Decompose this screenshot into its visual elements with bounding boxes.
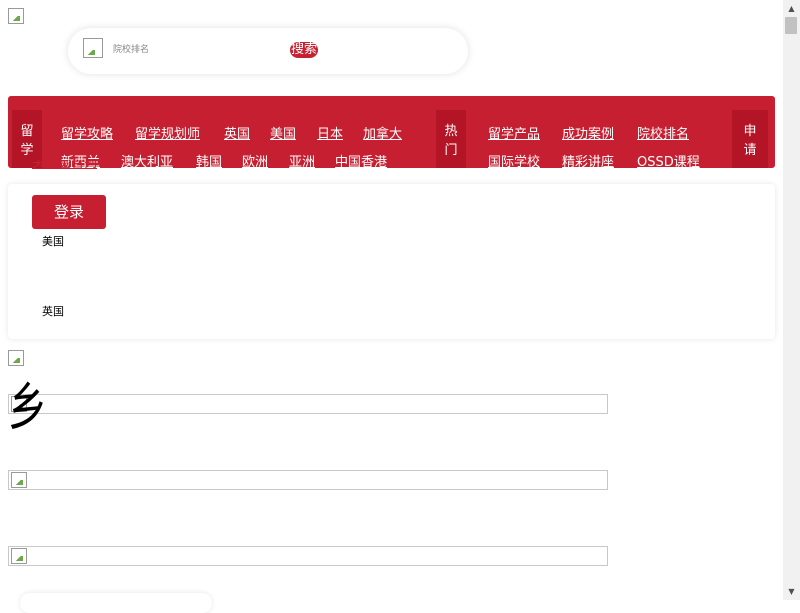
nav-section-study-label-2: 学 (20, 143, 34, 158)
about-link[interactable]: 关于金吉列 (32, 160, 97, 172)
content-image-2[interactable] (8, 470, 608, 490)
nav-link-usa[interactable]: 美国 (270, 123, 296, 142)
nav-section-hot-label-2: 门 (444, 143, 458, 158)
bottom-search-bar (20, 593, 212, 613)
nav-section-apply[interactable]: 申 请 (732, 110, 768, 168)
broken-image-icon (11, 472, 27, 488)
search-button[interactable]: 搜索 (290, 42, 319, 58)
nav-link-ossd[interactable]: OSSD课程 (637, 151, 700, 170)
nav-section-apply-label-1: 申 (743, 124, 757, 139)
nav-section-hot-label-1: 热 (444, 124, 458, 139)
search-logo-icon (83, 38, 103, 58)
scroll-up-icon[interactable]: ▲ (783, 0, 800, 17)
scrollbar-thumb[interactable] (785, 17, 797, 34)
nav-link-korea[interactable]: 韩国 (196, 151, 222, 170)
nav-link-japan[interactable]: 日本 (317, 123, 343, 142)
nav-link-intl-schools[interactable]: 国际学校 (488, 151, 540, 170)
content-image-1[interactable] (8, 394, 608, 414)
main-nav: 留 学 留学攻略 留学规划师 英国 美国 日本 加拿大 新西兰 澳大利亚 韩国 … (8, 96, 775, 170)
nav-link-asia[interactable]: 亚洲 (289, 151, 315, 170)
country-uk[interactable]: 英国 (42, 303, 64, 319)
login-panel (8, 184, 775, 339)
nav-link-products[interactable]: 留学产品 (488, 123, 540, 142)
nav-link-lectures[interactable]: 精彩讲座 (562, 151, 614, 170)
nav-link-study-guide[interactable]: 留学攻略 (61, 123, 113, 142)
search-bar: 院校排名 搜索 (68, 28, 468, 74)
nav-link-canada[interactable]: 加拿大 (363, 123, 402, 142)
scroll-down-icon[interactable]: ▼ (783, 583, 800, 600)
banner-image (8, 350, 24, 366)
nav-link-planner[interactable]: 留学规划师 (135, 123, 200, 142)
search-input[interactable]: 院校排名 (113, 36, 283, 74)
site-logo-image (8, 8, 24, 24)
nav-link-australia[interactable]: 澳大利亚 (121, 151, 173, 170)
nav-link-success-cases[interactable]: 成功案例 (562, 123, 614, 142)
login-button[interactable]: 登录 (32, 195, 106, 229)
nav-section-hot: 热 门 (436, 110, 466, 168)
content-image-3[interactable] (8, 546, 608, 566)
nav-link-rankings[interactable]: 院校排名 (637, 123, 689, 142)
nav-link-europe[interactable]: 欧洲 (242, 151, 268, 170)
decorative-glyph: 乡 (8, 378, 48, 438)
nav-section-apply-label-2: 请 (743, 143, 757, 158)
country-usa[interactable]: 美国 (42, 233, 64, 249)
nav-link-uk[interactable]: 英国 (224, 123, 250, 142)
nav-link-hongkong[interactable]: 中国香港 (335, 151, 387, 170)
nav-section-study-label-1: 留 (20, 124, 34, 139)
vertical-scrollbar[interactable]: ▲ ▼ (783, 0, 800, 600)
broken-image-icon (11, 548, 27, 564)
